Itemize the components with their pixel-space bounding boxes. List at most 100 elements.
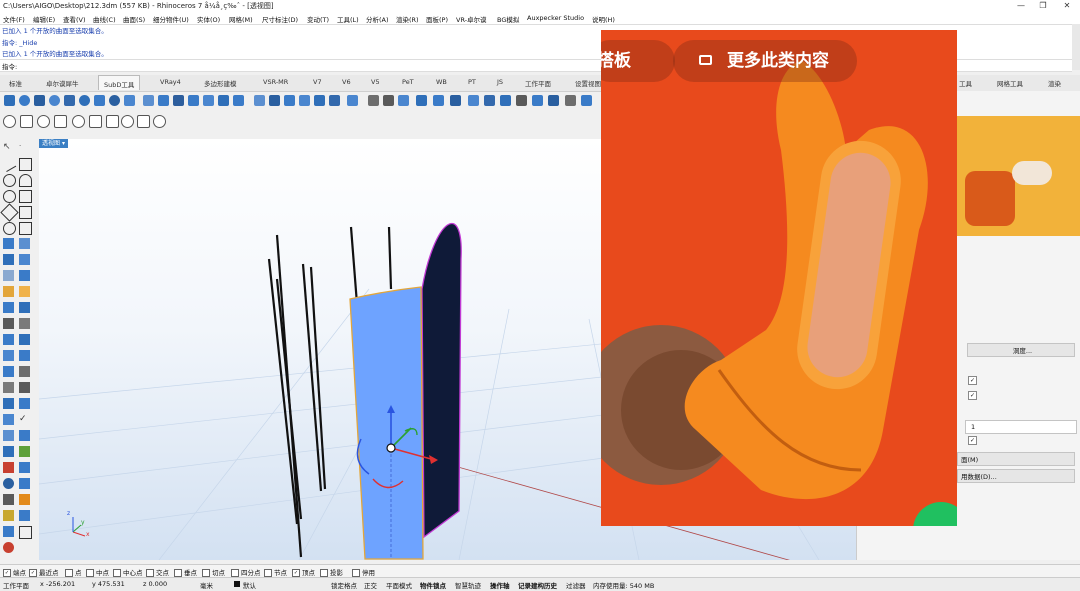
tab-polymodel[interactable]: 多边形建模 (204, 78, 237, 88)
gumball-toggle-icon[interactable] (20, 115, 33, 128)
status-osnap[interactable]: 物件锁点 (420, 580, 446, 590)
osnap-disable[interactable]: 停用 (352, 567, 375, 577)
polygon-icon[interactable] (0, 203, 19, 222)
layer-lock-icon[interactable] (3, 510, 14, 521)
status-cplane[interactable]: 工作平面 (3, 580, 29, 590)
surface-revolve-icon[interactable] (19, 254, 30, 265)
select-arrow-icon[interactable]: ↖ (3, 142, 14, 153)
subd-pipe-icon[interactable] (143, 95, 154, 106)
surface-network-icon[interactable] (19, 270, 30, 281)
osnap-vertex[interactable]: ✓ 顶点 (292, 567, 315, 577)
tab-cplane[interactable]: 工作平面 (525, 78, 551, 88)
osnap-endpoint[interactable]: ✓ 端点 (3, 567, 26, 577)
status-grid-snap[interactable]: 锁定格点 (331, 580, 357, 590)
surface-loft-icon[interactable] (19, 238, 30, 249)
solid-difference-icon[interactable] (19, 302, 30, 313)
subd-tube-icon[interactable] (124, 95, 135, 106)
pill-left[interactable]: 搭板 (601, 40, 675, 82)
value-spinner[interactable]: 1 (965, 420, 1077, 434)
menu-dimension[interactable]: 尺寸标注(D) (262, 14, 298, 24)
subd-cylinder-icon[interactable] (34, 95, 45, 106)
subd-slide-icon[interactable] (284, 95, 295, 106)
menu-surface[interactable]: 曲面(S) (123, 14, 145, 24)
subd-torus-icon[interactable] (64, 95, 75, 106)
subd-bridge-icon[interactable] (233, 95, 244, 106)
lock-icon[interactable] (89, 115, 102, 128)
solid-union-icon[interactable] (3, 302, 14, 313)
osnap-knot[interactable]: 节点 (264, 567, 287, 577)
menu-subd[interactable]: 细分物件(U) (153, 14, 189, 24)
menu-help[interactable]: 说明(H) (592, 14, 615, 24)
dimension-icon[interactable] (3, 430, 14, 441)
checkbox-1[interactable]: ✓ (968, 376, 977, 385)
more-content-button[interactable]: 更多此类内容 (673, 40, 857, 82)
mesh-edit-icon[interactable] (19, 318, 30, 329)
subd-fill-icon[interactable] (269, 95, 280, 106)
menu-file[interactable]: 文件(F) (3, 14, 25, 24)
menu-tools[interactable]: 工具(L) (337, 14, 359, 24)
osnap-mid[interactable]: 中点 (86, 567, 109, 577)
split-icon[interactable] (19, 334, 30, 345)
solid-sphere-icon[interactable] (19, 286, 30, 297)
subd-crease-icon[interactable] (254, 95, 265, 106)
render-icon[interactable] (3, 446, 14, 457)
menu-vr[interactable]: VR-卓尔谟 (456, 14, 487, 24)
polyline-icon[interactable] (0, 156, 17, 172)
osnap-intersection[interactable]: 交点 (146, 567, 169, 577)
menu-transform[interactable]: 变动(T) (307, 14, 329, 24)
menu-curve[interactable]: 曲线(C) (93, 14, 116, 24)
status-units[interactable]: 毫米 (200, 580, 213, 590)
maximize-button[interactable]: ❐ (1034, 0, 1052, 12)
light-icon[interactable] (3, 462, 14, 473)
viewport-label[interactable]: 透视图 ▾ (39, 139, 68, 148)
analyze-icon[interactable] (3, 414, 14, 425)
menu-auxpecker[interactable]: Auxpecker Studio (527, 14, 584, 22)
camera-icon[interactable] (19, 462, 30, 473)
minimize-button[interactable]: — (1012, 0, 1030, 12)
subd-ellipsoid-icon[interactable] (79, 95, 90, 106)
osnap-perp[interactable]: 垂点 (174, 567, 197, 577)
tab-v7[interactable]: V7 (313, 78, 322, 86)
scale-icon[interactable] (3, 398, 14, 409)
panel-icon[interactable] (19, 478, 30, 489)
menu-bg[interactable]: BG模拟 (497, 14, 519, 24)
subd-stitch-icon[interactable] (329, 95, 340, 106)
subd-revolve-icon[interactable] (203, 95, 214, 106)
filter-icon[interactable] (72, 115, 85, 128)
menu-analyze[interactable]: 分析(A) (366, 14, 389, 24)
tab-pet[interactable]: PeT (402, 78, 414, 86)
menu-edit[interactable]: 编辑(E) (33, 14, 55, 24)
mirror-icon[interactable] (19, 398, 30, 409)
record-icon[interactable] (54, 115, 67, 128)
hole-button[interactable]: 洞度... (967, 343, 1075, 357)
menu-solid[interactable]: 实体(O) (197, 14, 220, 24)
gear-icon[interactable] (3, 494, 14, 505)
move-icon[interactable] (3, 366, 14, 377)
subd-loft-icon[interactable] (173, 95, 184, 106)
subd-grid-icon[interactable] (565, 95, 576, 106)
subd-smooth-icon[interactable] (368, 95, 379, 106)
layer-icon[interactable] (106, 115, 119, 128)
tab-setview[interactable]: 设置视图 (575, 78, 601, 88)
checkbox-2[interactable]: ✓ (968, 391, 977, 400)
status-planar[interactable]: 平面模式 (386, 580, 412, 590)
subd-patch-icon[interactable] (218, 95, 229, 106)
subd-mirror-icon[interactable] (347, 95, 358, 106)
tab-mesh-tools[interactable]: 网格工具 (997, 78, 1023, 88)
cross-icon[interactable] (19, 526, 32, 539)
subd-box-mode-icon[interactable] (383, 95, 394, 106)
text-icon[interactable] (19, 430, 30, 441)
check-icon[interactable]: ✓ (19, 414, 30, 425)
menu-mesh[interactable]: 网格(M) (229, 14, 253, 24)
solid-box-icon[interactable] (3, 286, 14, 297)
tab-subd[interactable]: SubD工具 (98, 75, 141, 90)
status-filter[interactable]: 过滤器 (566, 580, 586, 590)
subd-unweld-icon[interactable] (433, 95, 444, 106)
checkbox-3[interactable]: ✓ (968, 436, 977, 445)
subd-box-icon[interactable] (4, 95, 15, 106)
osnap-toggle-icon[interactable] (3, 115, 16, 128)
grid-array-icon[interactable] (3, 382, 14, 393)
tab-zem[interactable]: 卓尔谟犀牛 (46, 78, 79, 88)
hide-icon[interactable] (137, 115, 150, 128)
status-smarttrack[interactable]: 智慧轨迹 (455, 580, 481, 590)
